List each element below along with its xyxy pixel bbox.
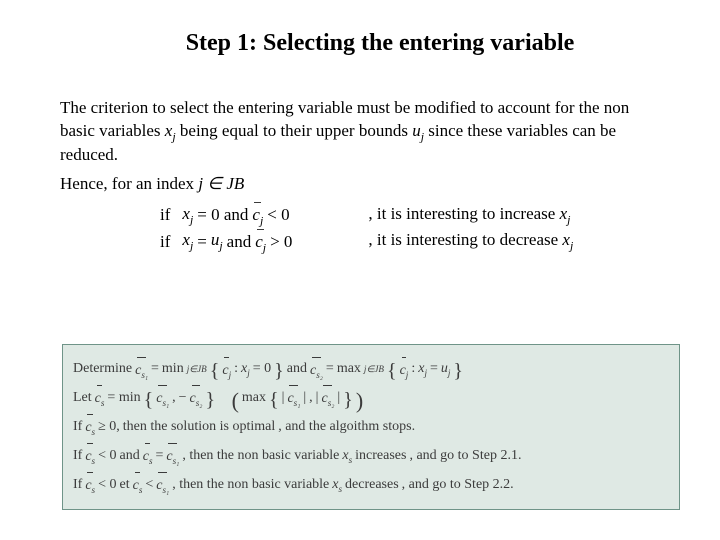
algorithm-box: Determine cs₁ = minj∈JB { cj : xj = 0 } … bbox=[62, 344, 680, 510]
text: being equal to their upper bounds bbox=[176, 121, 413, 140]
index-set: j ∈ JB bbox=[198, 174, 244, 193]
paragraph-hence: Hence, for an index j ∈ JB bbox=[60, 173, 660, 196]
var-uj: uj bbox=[412, 121, 424, 140]
condition-decrease: if xj = uj and cj > 0 , it is interestin… bbox=[160, 229, 660, 255]
if-label: if bbox=[160, 205, 170, 225]
condition-increase: if xj = 0 and cj < 0 , it is interesting… bbox=[160, 202, 660, 228]
paragraph-criterion: The criterion to select the entering var… bbox=[60, 97, 660, 167]
then-text-1: , it is interesting to increase xj bbox=[368, 204, 570, 227]
if-decrease-row: If cs < 0 et cs < cs₁ , then the non bas… bbox=[73, 472, 669, 497]
let-row: Let cs = min { cs₁ , −cs₂ } ( max { |cs₁… bbox=[73, 385, 669, 410]
page-title: Step 1: Selecting the entering variable bbox=[60, 30, 660, 57]
var-xj: xj bbox=[165, 121, 176, 140]
cond-expr-1: xj = 0 and cj < 0 bbox=[182, 202, 362, 228]
if-label: if bbox=[160, 232, 170, 252]
cond-expr-2: xj = uj and cj > 0 bbox=[182, 229, 362, 255]
if-increase-row: If cs < 0 and cs = cs₁ , then the non ba… bbox=[73, 443, 669, 468]
determine-row: Determine cs₁ = minj∈JB { cj : xj = 0 } … bbox=[73, 357, 669, 382]
text: Hence, for an index bbox=[60, 174, 198, 193]
if-optimal-row: If cs ≥ 0, then the solution is optimal … bbox=[73, 414, 669, 439]
then-text-2: , it is interesting to decrease xj bbox=[368, 230, 573, 253]
